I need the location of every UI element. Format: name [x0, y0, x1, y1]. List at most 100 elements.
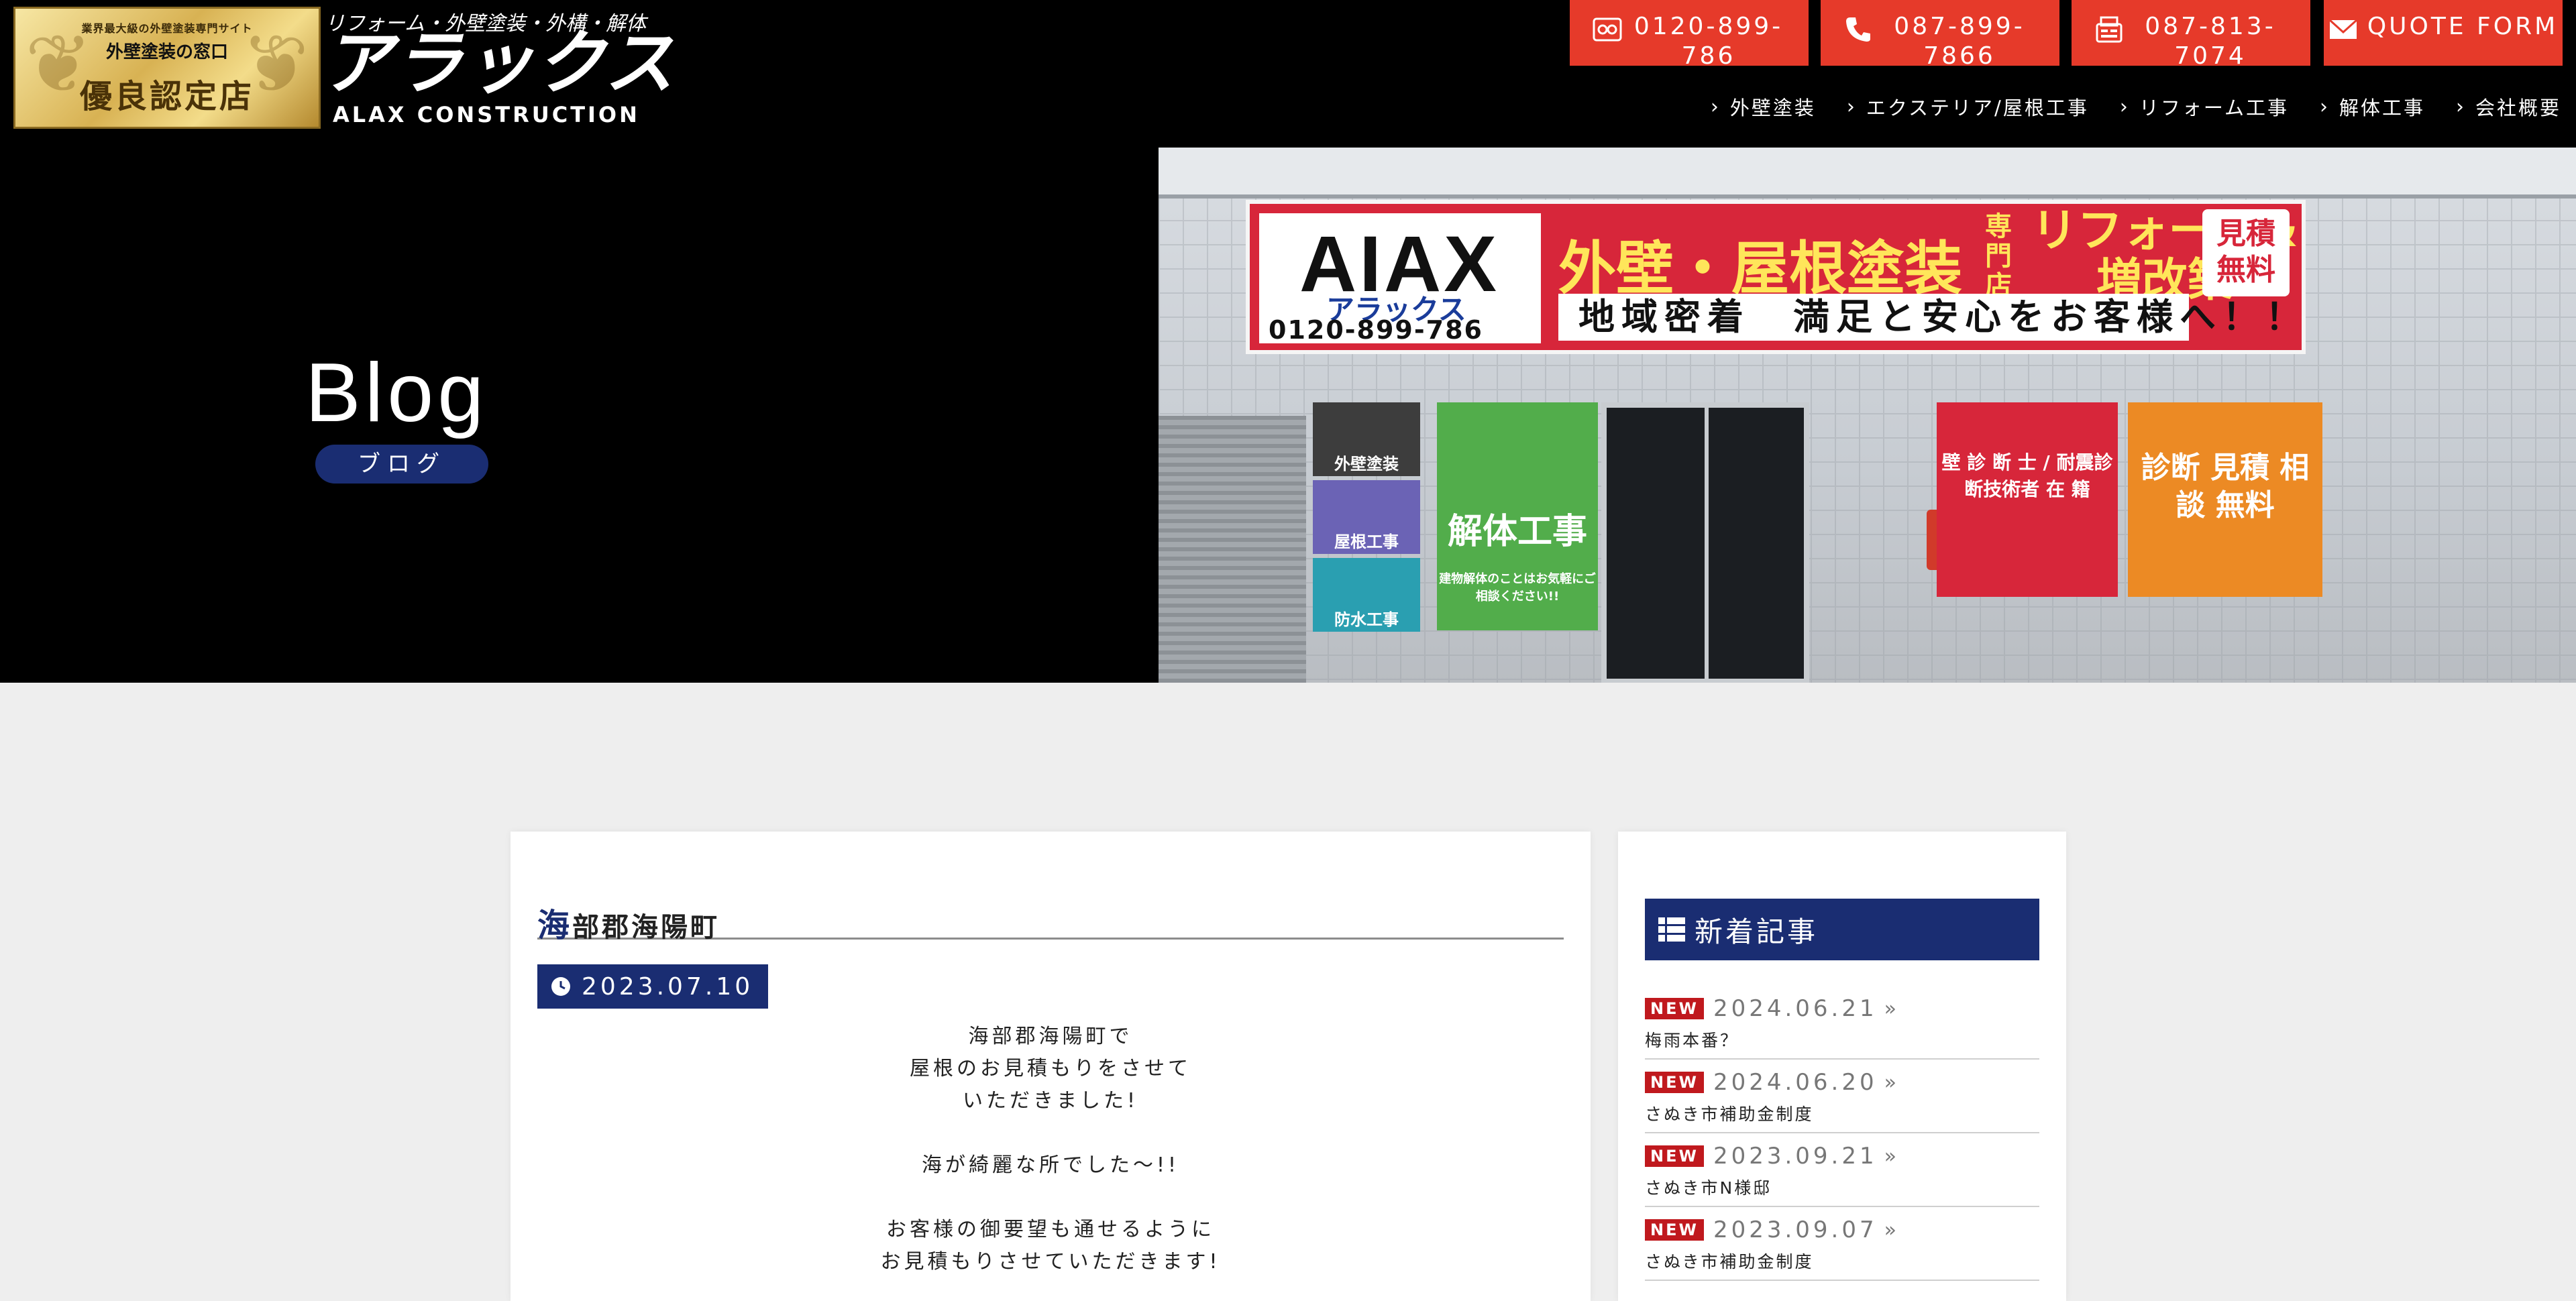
- new-badge: NEW: [1645, 1219, 1704, 1241]
- recent-post-date: 2023.09.07: [1713, 1217, 1878, 1243]
- page-subtitle: ブログ: [315, 445, 488, 484]
- free-dial-number: 0120-899-786: [1633, 13, 1784, 70]
- hero-banner: Blog ブログ AIAX アラックス 0120-899-786 外壁・屋根塗装…: [0, 148, 2576, 683]
- post-date: 2023.07.10: [582, 972, 754, 1001]
- sidebar-heading-label: 新着記事: [1695, 915, 1819, 948]
- store-sign: AIAX アラックス 0120-899-786 外壁・屋根塗装 専門店 リフォー…: [1246, 200, 2306, 354]
- recent-post-title[interactable]: さぬき市補助金制度: [1645, 1249, 2039, 1273]
- sign-senmon: 専門店: [1985, 211, 2012, 301]
- panel-qualifications: 壁 診 断 士 / 耐震診断技術者 在 籍: [1937, 402, 2118, 597]
- post-line: [511, 1117, 1591, 1149]
- laurel-icon: ❦: [25, 18, 93, 111]
- phone-button[interactable]: 087-899-7866: [1821, 0, 2059, 70]
- post-title-initial: 海: [537, 907, 573, 944]
- page-title: Blog: [305, 347, 488, 439]
- sign-estimate: 見積無料: [2202, 209, 2290, 296]
- entrance-door: [1601, 402, 1809, 683]
- post-line: [511, 1182, 1591, 1214]
- post-line: 海部郡海陽町で: [968, 1025, 1133, 1048]
- panel-painting: 外壁塗装: [1313, 402, 1420, 476]
- chevron-right-icon: ›: [2455, 95, 2466, 119]
- panel-roof: 屋根工事: [1313, 480, 1420, 554]
- post-title: 海部郡海陽町: [537, 899, 1564, 944]
- recent-post-item[interactable]: NEW 2023.09.07» さぬき市補助金制度: [1645, 1208, 2039, 1281]
- storefront-photo: AIAX アラックス 0120-899-786 外壁・屋根塗装 専門店 リフォー…: [1159, 148, 2576, 683]
- window-strip: [1159, 148, 2576, 199]
- new-badge: NEW: [1645, 1072, 1704, 1093]
- recent-post-title[interactable]: 梅雨本番？: [1645, 1027, 2039, 1052]
- recent-post-date: 2024.06.20: [1713, 1069, 1878, 1096]
- main-nav: › 外壁塗装 › エクステリア/屋根工事 › リフォーム工事 › 解体工事 › 会社概要: [1711, 93, 2561, 121]
- double-chevron-right-icon: »: [1884, 1144, 1896, 1168]
- recent-post-item[interactable]: NEW 2024.06.21» 梅雨本番？: [1645, 987, 2039, 1060]
- nav-item-demolition[interactable]: › 解体工事: [2320, 93, 2425, 121]
- recent-post-title[interactable]: さぬき市N様邸: [1645, 1175, 2039, 1199]
- chevron-right-icon: ›: [1846, 95, 1857, 119]
- list-icon: [1658, 917, 1685, 942]
- nav-item-company[interactable]: › 会社概要: [2456, 93, 2561, 121]
- double-chevron-right-icon: »: [1884, 1070, 1896, 1094]
- nav-label: 会社概要: [2475, 97, 2561, 119]
- mail-icon: [2328, 19, 2357, 39]
- sign-phone: 0120-899-786: [1269, 315, 1483, 345]
- double-chevron-right-icon: »: [1884, 997, 1896, 1021]
- chevron-right-icon: ›: [1710, 95, 1721, 119]
- free-dial-icon: [1593, 17, 1622, 42]
- free-dial-button[interactable]: 0120-899-786: [1570, 0, 1809, 70]
- quote-form-label: QUOTE FORM: [2367, 13, 2559, 40]
- double-chevron-right-icon: »: [1884, 1218, 1896, 1242]
- site-header: ❦ ❦ 業界最大級の外壁塗装専門サイト 外壁塗装の窓口 優良認定店 リフォーム・…: [0, 0, 2576, 148]
- laurel-icon: ❦: [241, 18, 309, 111]
- nav-item-reform[interactable]: › リフォーム工事: [2120, 93, 2289, 121]
- recent-posts-list: NEW 2024.06.21» 梅雨本番？ NEW 2024.06.20» さぬき市…: [1645, 987, 2039, 1282]
- sign-headline: 外壁・屋根塗装: [1558, 235, 1962, 302]
- nav-item-exterior-painting[interactable]: › 外壁塗装: [1711, 93, 1816, 121]
- sidebar-heading: 新着記事: [1645, 899, 2039, 960]
- new-badge: NEW: [1645, 998, 1704, 1019]
- badge-title: 優良認定店: [79, 77, 254, 115]
- post-title-rest: 部郡海陽町: [572, 912, 720, 943]
- sign-slogan: 地域密着 満足と安心をお客様へ！！: [1558, 294, 2302, 341]
- panel-demolition: 解体工事 建物解体のことはお気軽にご相談ください!!: [1437, 402, 1598, 630]
- nav-label: 解体工事: [2339, 97, 2425, 119]
- clock-icon: [551, 977, 570, 996]
- nav-item-exterior-roof[interactable]: › エクステリア/屋根工事: [1847, 93, 2089, 121]
- fax-icon: [2096, 16, 2123, 43]
- new-badge: NEW: [1645, 1145, 1704, 1167]
- panel-waterproof: 防水工事: [1313, 558, 1420, 632]
- sidebar: 新着記事 NEW 2024.06.21» 梅雨本番？ NEW 2024.06.20»…: [1618, 832, 2066, 1301]
- chevron-right-icon: ›: [2319, 95, 2330, 119]
- post-line: いただきました!: [962, 1089, 1139, 1113]
- badge-small-text: 業界最大級の外壁塗装専門サイト: [81, 21, 253, 35]
- post-line: 海が綺麗な所でした〜!!: [921, 1153, 1180, 1177]
- fax-number: 087-813-7074: [2145, 13, 2276, 70]
- blog-post-card: 海部郡海陽町 2023.07.10 海部郡海陽町で 屋根のお見積もりをさせて い…: [511, 832, 1591, 1301]
- post-line: お客様の御要望も通せるように: [886, 1218, 1215, 1241]
- recent-post-title[interactable]: さぬき市補助金制度: [1645, 1101, 2039, 1125]
- badge-site-name: 外壁塗装の窓口: [105, 42, 228, 62]
- panel-free-consult: 診断 見積 相談 無料: [2128, 402, 2322, 597]
- sign-logo: AIAX アラックス 0120-899-786: [1259, 213, 1541, 345]
- site-logo-sub[interactable]: ALAX CONSTRUCTION: [333, 102, 640, 127]
- site-logo[interactable]: アラックス: [322, 28, 676, 98]
- post-date-badge: 2023.07.10: [537, 964, 769, 1009]
- fax-button[interactable]: 087-813-7074: [2072, 0, 2310, 70]
- post-body: 海部郡海陽町で 屋根のお見積もりをさせて いただきました! 海が綺麗な所でした〜…: [511, 1021, 1591, 1278]
- post-line: 屋根のお見積もりをさせて: [910, 1057, 1191, 1080]
- phone-icon: [1846, 17, 1870, 42]
- recent-post-date: 2024.06.21: [1713, 995, 1878, 1022]
- phone-number: 087-899-7866: [1894, 13, 2025, 70]
- certified-badge[interactable]: ❦ ❦ 業界最大級の外壁塗装専門サイト 外壁塗装の窓口 優良認定店: [13, 7, 321, 129]
- nav-label: エクステリア/屋根工事: [1866, 97, 2089, 119]
- nav-label: 外壁塗装: [1729, 97, 1816, 119]
- recent-post-date: 2023.09.21: [1713, 1143, 1878, 1170]
- post-line: お見積もりさせていただきます!: [880, 1250, 1221, 1274]
- recent-post-item[interactable]: NEW 2023.09.21» さぬき市N様邸: [1645, 1135, 2039, 1207]
- quote-form-button[interactable]: QUOTE FORM: [2324, 0, 2563, 66]
- recent-post-item[interactable]: NEW 2024.06.20» さぬき市補助金制度: [1645, 1061, 2039, 1133]
- panel-demolition-note: 建物解体のことはお気軽にご相談ください!!: [1439, 572, 1596, 604]
- panel-demolition-title: 解体工事: [1447, 512, 1587, 552]
- nav-label: リフォーム工事: [2139, 97, 2289, 119]
- service-panels: 外壁塗装 屋根工事 防水工事: [1313, 402, 1420, 636]
- chevron-right-icon: ›: [2119, 95, 2130, 119]
